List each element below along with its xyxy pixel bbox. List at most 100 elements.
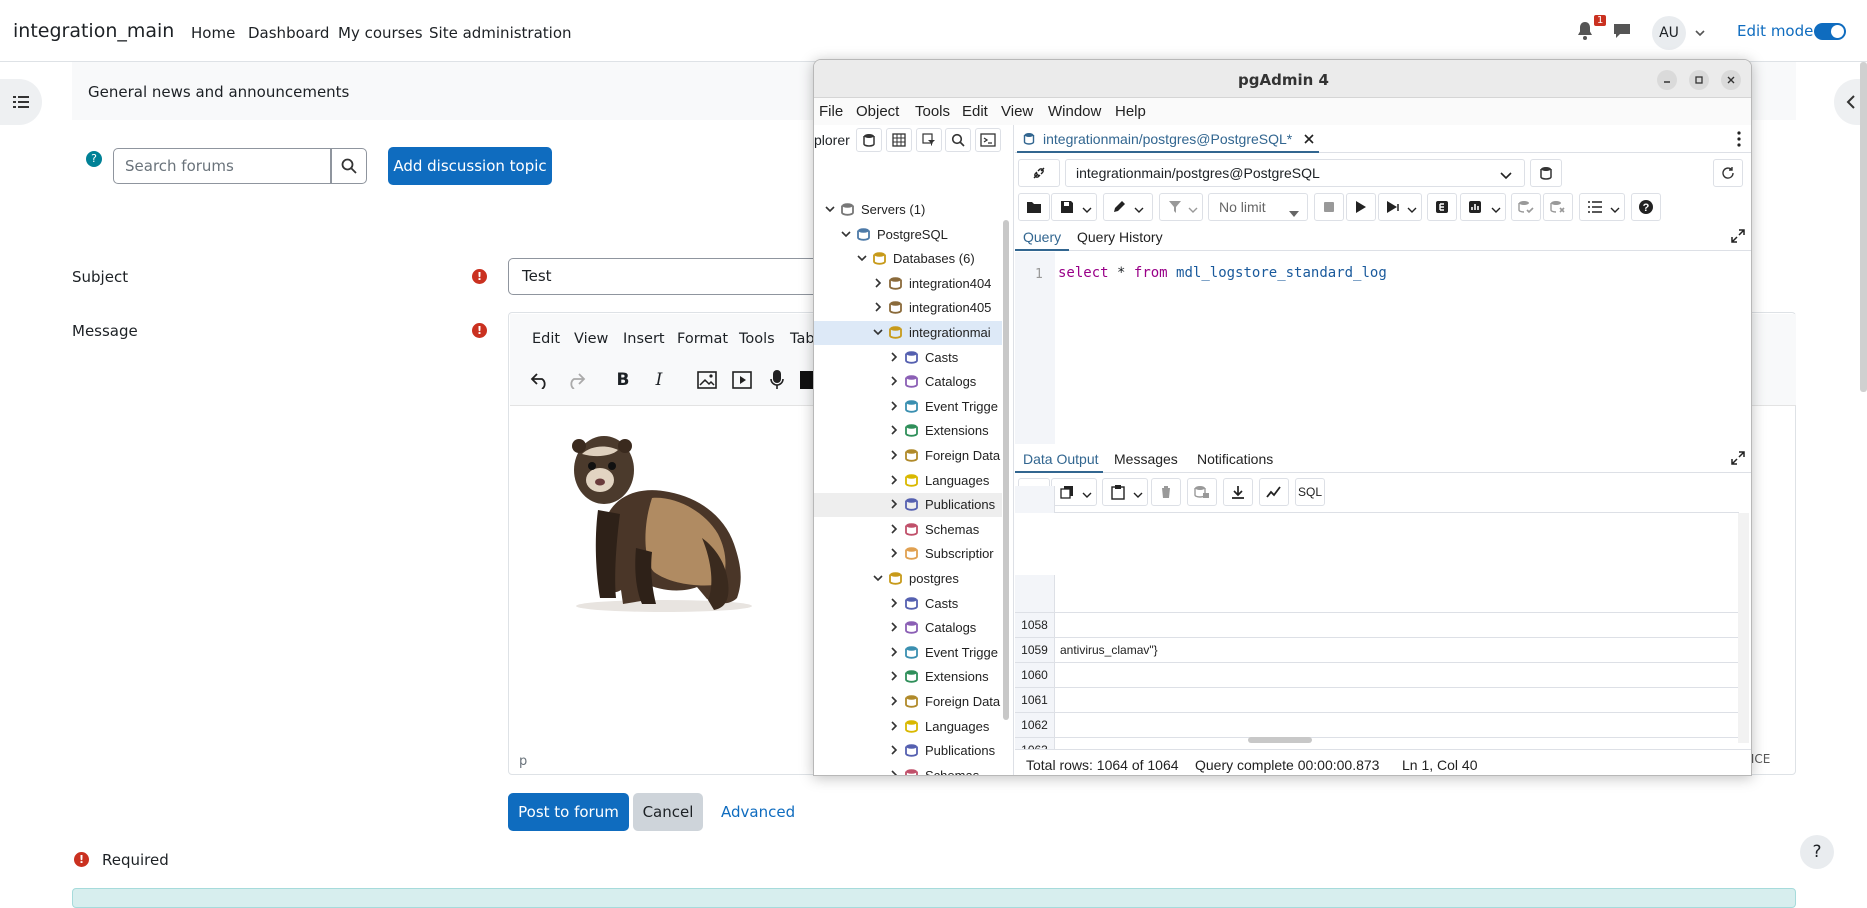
macros-group[interactable] bbox=[1579, 193, 1625, 221]
chevron-right-icon[interactable] bbox=[888, 720, 900, 732]
tab-notifications[interactable]: Notifications bbox=[1197, 451, 1273, 467]
tree-item[interactable]: postgres bbox=[814, 567, 1002, 591]
tab-query[interactable]: Query bbox=[1023, 229, 1061, 245]
tree-item[interactable]: Event Trigge bbox=[814, 395, 1002, 419]
media-icon[interactable] bbox=[731, 369, 753, 391]
tree-item[interactable]: Subscriptior bbox=[814, 542, 1002, 566]
menu-object[interactable]: Object bbox=[856, 103, 899, 120]
tree-item[interactable]: Databases (6) bbox=[814, 247, 1002, 271]
table-row[interactable]: 1062 bbox=[1015, 713, 1739, 738]
microphone-icon[interactable] bbox=[766, 369, 788, 391]
chevron-right-icon[interactable] bbox=[888, 449, 900, 461]
maximize-icon[interactable] bbox=[1689, 70, 1709, 90]
help-button[interactable]: ? bbox=[1800, 835, 1834, 869]
notifications-bell-icon[interactable] bbox=[1576, 21, 1594, 41]
search-objects-icon[interactable] bbox=[945, 128, 971, 152]
query-tool-tab[interactable]: integrationmain/postgres@PostgreSQL* bbox=[1017, 125, 1319, 153]
menu-file[interactable]: File bbox=[819, 103, 843, 120]
chevron-right-icon[interactable] bbox=[888, 474, 900, 486]
editor-menu-insert[interactable]: Insert bbox=[623, 331, 665, 347]
tree-item[interactable]: Servers (1) bbox=[814, 198, 1002, 222]
user-avatar[interactable]: AU bbox=[1652, 16, 1686, 50]
execute-options-group[interactable] bbox=[1378, 193, 1422, 221]
tree-item[interactable]: PostgreSQL bbox=[814, 223, 1002, 247]
table-row[interactable]: 1061 bbox=[1015, 688, 1739, 713]
tree-item[interactable]: Languages bbox=[814, 469, 1002, 493]
tree-item[interactable]: Casts bbox=[814, 592, 1002, 616]
tree-item[interactable]: Publications bbox=[814, 493, 1002, 518]
minimize-icon[interactable] bbox=[1657, 70, 1677, 90]
menu-view[interactable]: View bbox=[1001, 103, 1033, 120]
chevron-right-icon[interactable] bbox=[872, 301, 884, 313]
connection-status-icon[interactable] bbox=[1018, 159, 1060, 187]
chevron-down-icon[interactable] bbox=[872, 572, 884, 584]
italic-icon[interactable]: I bbox=[648, 369, 670, 391]
chevron-right-icon[interactable] bbox=[888, 523, 900, 535]
menu-tools[interactable]: Tools bbox=[915, 103, 950, 120]
tree-item[interactable]: Languages bbox=[814, 715, 1002, 739]
chevron-right-icon[interactable] bbox=[888, 424, 900, 436]
course-index-drawer-toggle[interactable] bbox=[0, 79, 42, 125]
close-tab-icon[interactable] bbox=[1303, 132, 1315, 148]
open-file-icon[interactable] bbox=[1018, 193, 1050, 221]
site-name[interactable]: integration_main bbox=[13, 20, 174, 42]
menu-edit[interactable]: Edit bbox=[962, 103, 988, 120]
chevron-right-icon[interactable] bbox=[888, 744, 900, 756]
chevron-right-icon[interactable] bbox=[888, 375, 900, 387]
cancel-button[interactable]: Cancel bbox=[633, 793, 703, 831]
messages-chat-icon[interactable] bbox=[1612, 22, 1632, 40]
chevron-right-icon[interactable] bbox=[888, 646, 900, 658]
menu-window[interactable]: Window bbox=[1048, 103, 1101, 120]
page-scrollbar[interactable] bbox=[1860, 62, 1867, 392]
more-options-icon[interactable] bbox=[1736, 131, 1742, 152]
explain-analyze-group[interactable] bbox=[1460, 193, 1506, 221]
editor-menu-format[interactable]: Format bbox=[677, 331, 728, 347]
stop-icon[interactable] bbox=[1314, 193, 1344, 221]
chevron-right-icon[interactable] bbox=[888, 547, 900, 559]
explain-icon[interactable] bbox=[1427, 193, 1457, 221]
save-file-group[interactable] bbox=[1051, 193, 1097, 221]
chevron-down-icon[interactable] bbox=[872, 326, 884, 338]
close-icon[interactable] bbox=[1721, 70, 1741, 90]
commit-icon[interactable] bbox=[1511, 193, 1541, 221]
nav-dashboard[interactable]: Dashboard bbox=[248, 24, 329, 42]
chevron-down-icon[interactable] bbox=[1694, 24, 1706, 37]
sql-editor[interactable]: select * from mdl_logstore_standard_log bbox=[1058, 265, 1387, 281]
undo-icon[interactable] bbox=[529, 369, 551, 391]
chevron-right-icon[interactable] bbox=[888, 400, 900, 412]
tree-item[interactable]: Publications bbox=[814, 739, 1002, 763]
tree-item[interactable]: Catalogs bbox=[814, 370, 1002, 394]
search-forums-input[interactable] bbox=[113, 148, 331, 184]
tree-item[interactable]: integrationmai bbox=[814, 321, 1002, 345]
help-icon[interactable]: ? bbox=[86, 151, 102, 167]
refresh-icon[interactable] bbox=[1713, 159, 1743, 187]
tab-messages[interactable]: Messages bbox=[1114, 451, 1178, 467]
chevron-right-icon[interactable] bbox=[888, 351, 900, 363]
table-row[interactable]: 1060 bbox=[1015, 663, 1739, 688]
nav-home[interactable]: Home bbox=[191, 24, 235, 42]
filtered-rows-icon[interactable] bbox=[916, 128, 942, 152]
tree-item[interactable]: Casts bbox=[814, 346, 1002, 370]
subject-input[interactable]: Test bbox=[508, 258, 828, 295]
nav-site-administration[interactable]: Site administration bbox=[429, 24, 572, 42]
explorer-scrollbar[interactable] bbox=[1003, 220, 1009, 720]
nav-my-courses[interactable]: My courses bbox=[338, 24, 423, 42]
help-circle-icon[interactable]: ? bbox=[1631, 193, 1661, 221]
expand-icon[interactable] bbox=[1731, 229, 1745, 248]
edit-mode-toggle[interactable] bbox=[1814, 23, 1846, 40]
cell-value[interactable]: antivirus_clamav"} bbox=[1060, 643, 1158, 657]
tree-item[interactable]: Foreign Data bbox=[814, 444, 1002, 468]
chevron-right-icon[interactable] bbox=[888, 695, 900, 707]
chevron-down-icon[interactable] bbox=[824, 203, 836, 215]
chevron-right-icon[interactable] bbox=[888, 597, 900, 609]
explorer-tab[interactable]: plorer bbox=[814, 132, 850, 148]
edit-group[interactable] bbox=[1103, 193, 1153, 221]
chevron-right-icon[interactable] bbox=[888, 498, 900, 510]
add-discussion-topic-button[interactable]: Add discussion topic bbox=[388, 147, 552, 185]
advanced-link[interactable]: Advanced bbox=[721, 803, 795, 821]
tree-item[interactable]: Schemas bbox=[814, 518, 1002, 542]
tree-item[interactable]: Extensions bbox=[814, 665, 1002, 689]
editor-menu-table[interactable]: Tab bbox=[790, 331, 815, 347]
view-data-icon[interactable] bbox=[886, 128, 912, 152]
chevron-down-icon[interactable] bbox=[856, 252, 868, 264]
